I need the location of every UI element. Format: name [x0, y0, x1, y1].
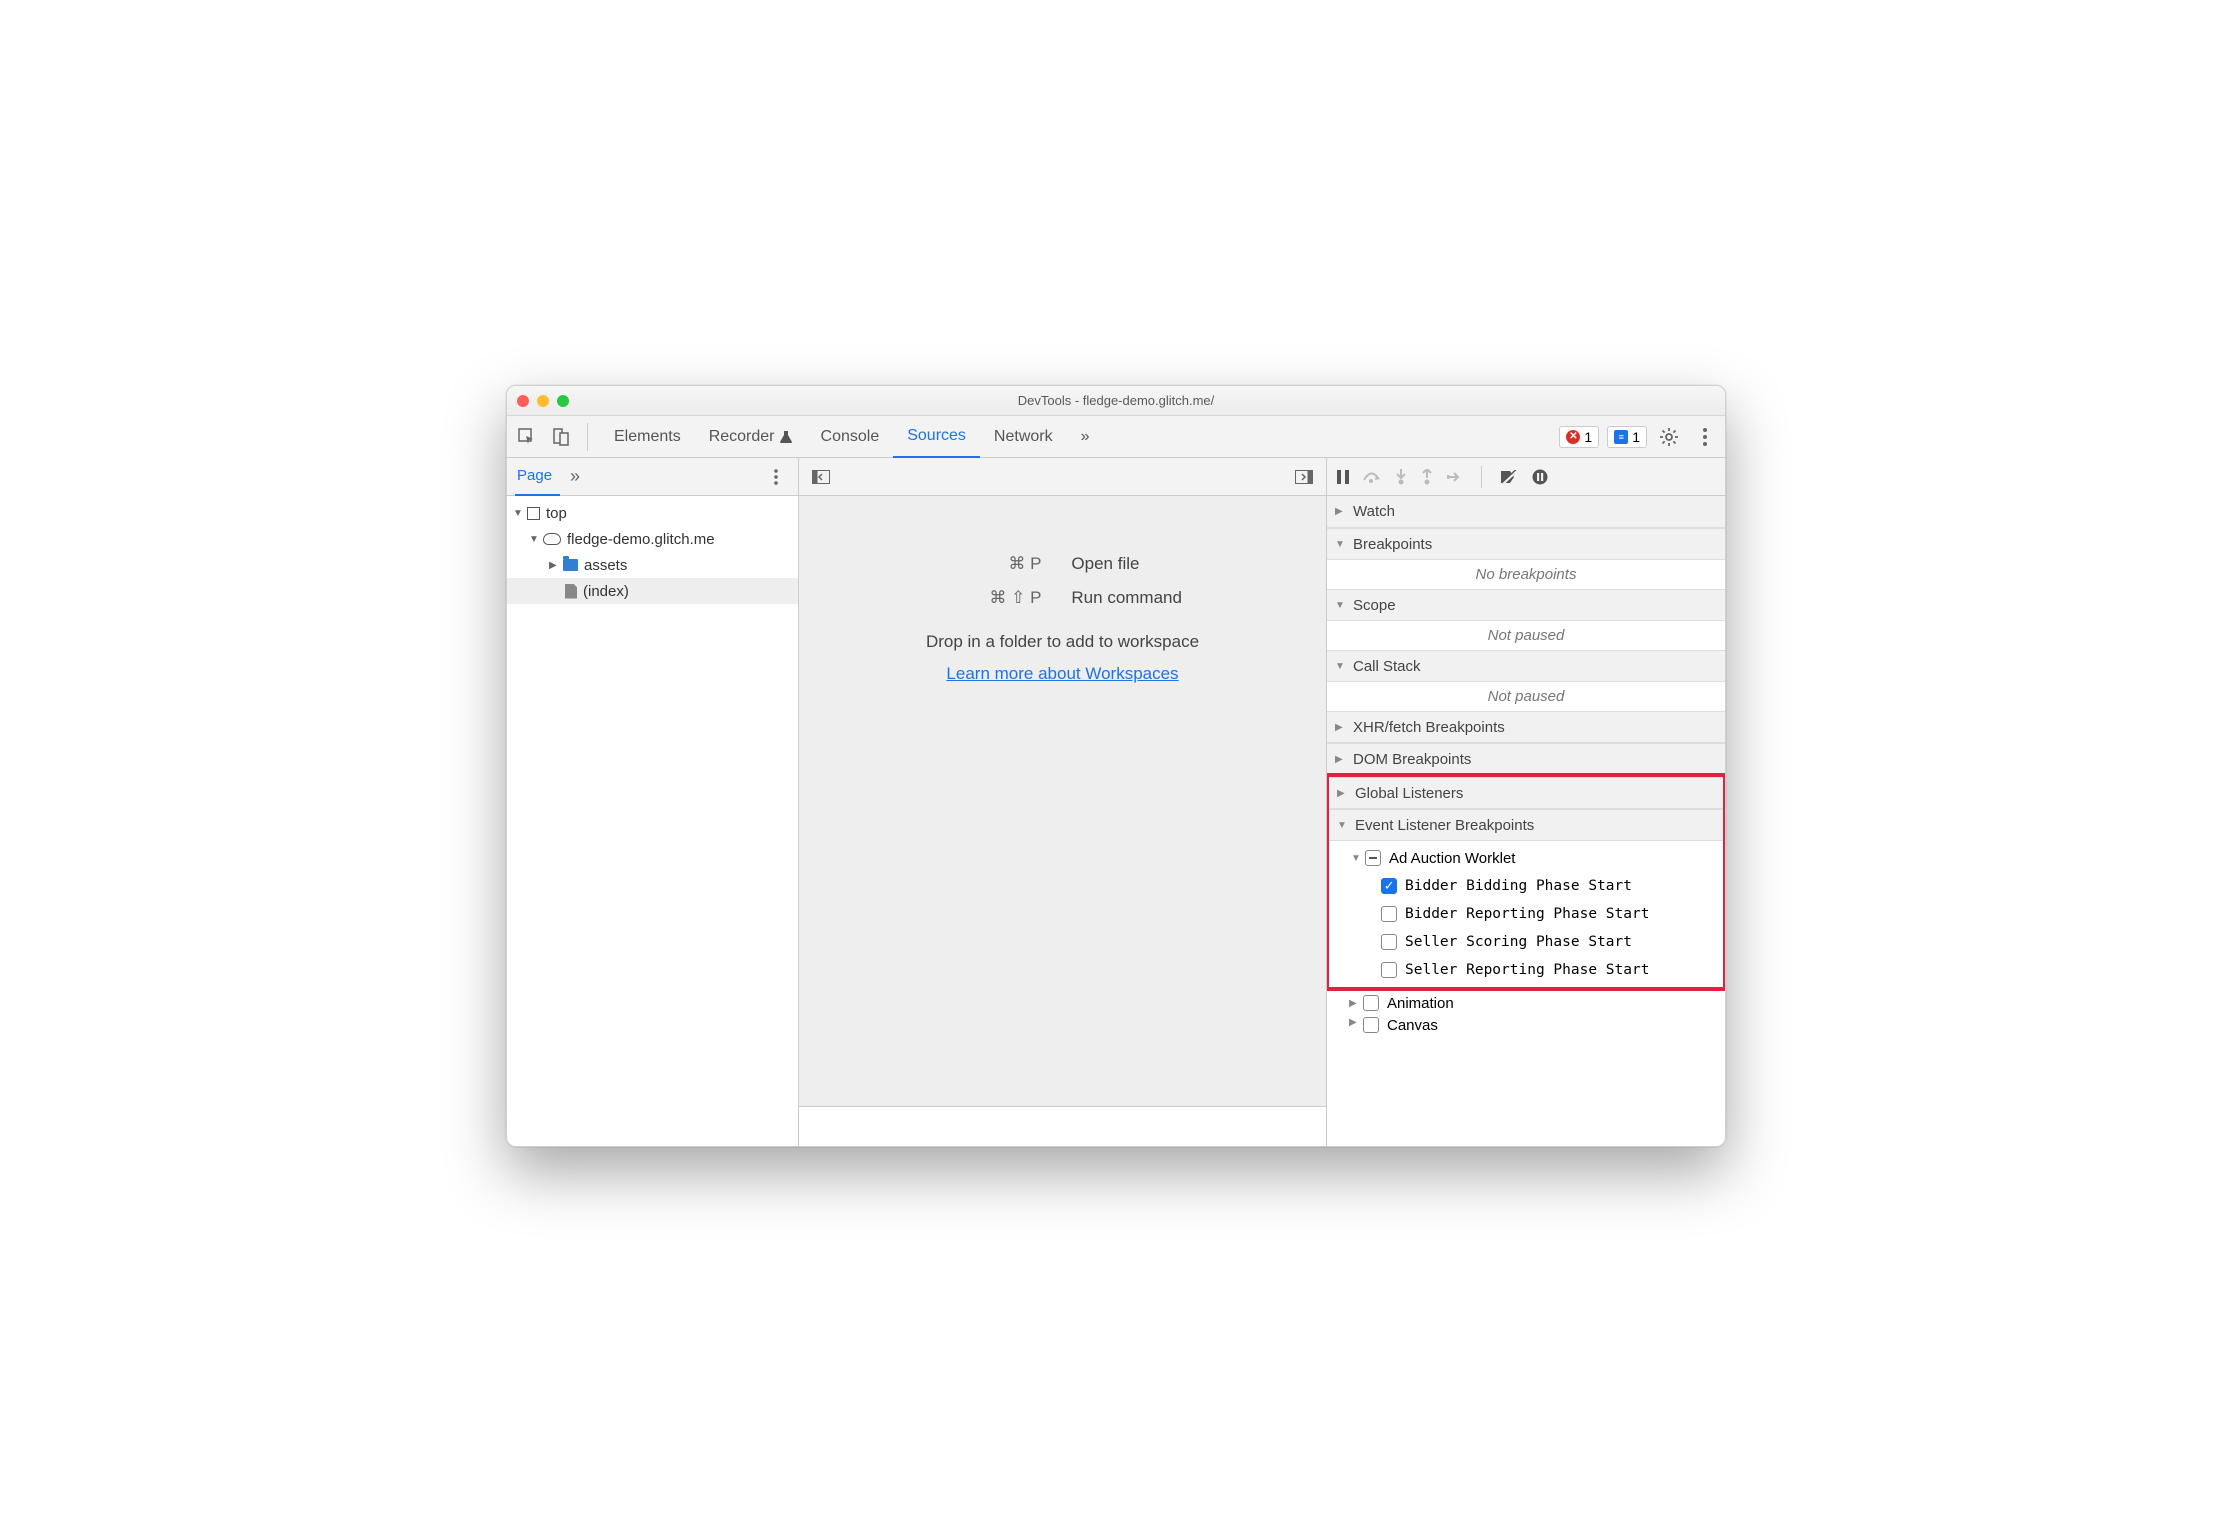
checkbox-unchecked[interactable] [1381, 906, 1397, 922]
scope-not-paused: Not paused [1327, 621, 1725, 650]
frame-icon [527, 507, 540, 520]
pause-on-exceptions-icon[interactable] [1532, 469, 1548, 485]
errors-badge[interactable]: ✕ 1 [1559, 426, 1599, 448]
kebab-icon[interactable] [1691, 423, 1719, 451]
deactivate-breakpoints-icon[interactable] [1500, 470, 1518, 484]
inspect-icon[interactable] [513, 423, 541, 451]
tree-domain[interactable]: ▼ fledge-demo.glitch.me [507, 526, 798, 552]
section-breakpoints[interactable]: ▼Breakpoints [1327, 528, 1725, 560]
sub-toolbar: Page » [507, 458, 1725, 496]
more-nav-tabs[interactable]: » [570, 466, 580, 487]
window-title: DevTools - fledge-demo.glitch.me/ [507, 393, 1725, 408]
event-seller-reporting-phase[interactable]: Seller Reporting Phase Start [1329, 956, 1723, 984]
tab-sources[interactable]: Sources [893, 416, 980, 458]
file-icon [565, 584, 577, 599]
checkbox-unchecked[interactable] [1381, 934, 1397, 950]
run-command-label: Run command [1071, 588, 1326, 608]
tab-elements[interactable]: Elements [600, 416, 695, 458]
section-watch[interactable]: ▶Watch [1327, 496, 1725, 528]
panel-tabs: Elements Recorder Console Sources Networ… [600, 416, 1104, 458]
tree-frame-top[interactable]: ▼ top [507, 500, 798, 526]
flask-icon [779, 430, 793, 444]
cloud-icon [543, 533, 561, 545]
show-debugger-icon[interactable] [1290, 463, 1318, 491]
section-xhr-breakpoints[interactable]: ▶XHR/fetch Breakpoints [1327, 711, 1725, 743]
tree-folder-assets[interactable]: ▶ assets [507, 552, 798, 578]
tab-recorder[interactable]: Recorder [695, 416, 807, 458]
checkbox-unchecked[interactable] [1363, 995, 1379, 1011]
callstack-not-paused: Not paused [1327, 682, 1725, 711]
event-seller-scoring-phase[interactable]: Seller Scoring Phase Start [1329, 928, 1723, 956]
step-over-icon[interactable] [1363, 470, 1381, 484]
editor-footer [799, 1106, 1326, 1146]
event-category-canvas[interactable]: ▶ Canvas [1327, 1017, 1725, 1033]
event-listener-highlight: ▶Global Listeners ▼Event Listener Breakp… [1327, 773, 1725, 991]
open-file-shortcut: ⌘ P [799, 554, 1041, 574]
message-icon: ≡ [1614, 430, 1628, 444]
device-mode-icon[interactable] [547, 423, 575, 451]
tab-network[interactable]: Network [980, 416, 1067, 458]
more-tabs[interactable]: » [1067, 416, 1104, 458]
show-navigator-icon[interactable] [807, 463, 835, 491]
debugger-panel: ▶Watch ▼Breakpoints No breakpoints ▼Scop… [1327, 496, 1725, 1146]
workspace-link[interactable]: Learn more about Workspaces [946, 664, 1178, 684]
devtools-window: DevTools - fledge-demo.glitch.me/ Elemen… [506, 385, 1726, 1147]
checkbox-unchecked[interactable] [1381, 962, 1397, 978]
tab-console[interactable]: Console [807, 416, 894, 458]
tree-file-index[interactable]: (index) [507, 578, 798, 604]
open-file-label: Open file [1071, 554, 1326, 574]
pause-icon[interactable] [1337, 470, 1349, 484]
messages-badge[interactable]: ≡ 1 [1607, 426, 1647, 448]
editor-panel: ⌘ P Open file ⌘ ⇧ P Run command Drop in … [799, 496, 1327, 1146]
checkbox-unchecked[interactable] [1363, 1017, 1379, 1033]
checkbox-indeterminate[interactable] [1365, 850, 1381, 866]
checkbox-checked[interactable]: ✓ [1381, 878, 1397, 894]
main-toolbar: Elements Recorder Console Sources Networ… [507, 416, 1725, 458]
file-tree: ▼ top ▼ fledge-demo.glitch.me ▶ assets (… [507, 496, 798, 608]
workspace-hint: Drop in a folder to add to workspace [926, 632, 1199, 652]
error-icon: ✕ [1566, 430, 1580, 444]
section-global-listeners-clipped[interactable]: ▶Global Listeners [1329, 777, 1723, 809]
folder-icon [563, 559, 578, 571]
step-out-icon[interactable] [1421, 469, 1433, 485]
event-bidder-reporting-phase[interactable]: Bidder Reporting Phase Start [1329, 900, 1723, 928]
run-command-shortcut: ⌘ ⇧ P [799, 588, 1041, 608]
main-area: ▼ top ▼ fledge-demo.glitch.me ▶ assets (… [507, 496, 1725, 1146]
section-scope[interactable]: ▼Scope [1327, 589, 1725, 621]
tab-page[interactable]: Page [515, 458, 560, 496]
kebab-icon[interactable] [762, 463, 790, 491]
event-category-ad-auction[interactable]: ▼ Ad Auction Worklet [1329, 844, 1723, 872]
event-category-animation[interactable]: ▶ Animation [1327, 989, 1725, 1017]
settings-icon[interactable] [1655, 423, 1683, 451]
section-dom-breakpoints[interactable]: ▶DOM Breakpoints [1327, 743, 1725, 775]
navigator-panel: ▼ top ▼ fledge-demo.glitch.me ▶ assets (… [507, 496, 799, 1146]
step-icon[interactable] [1447, 471, 1463, 483]
event-bidder-bidding-phase[interactable]: ✓ Bidder Bidding Phase Start [1329, 872, 1723, 900]
step-into-icon[interactable] [1395, 469, 1407, 485]
titlebar: DevTools - fledge-demo.glitch.me/ [507, 386, 1725, 416]
section-call-stack[interactable]: ▼Call Stack [1327, 650, 1725, 682]
section-event-listener-breakpoints[interactable]: ▼Event Listener Breakpoints [1329, 809, 1723, 841]
breakpoints-empty: No breakpoints [1327, 560, 1725, 589]
